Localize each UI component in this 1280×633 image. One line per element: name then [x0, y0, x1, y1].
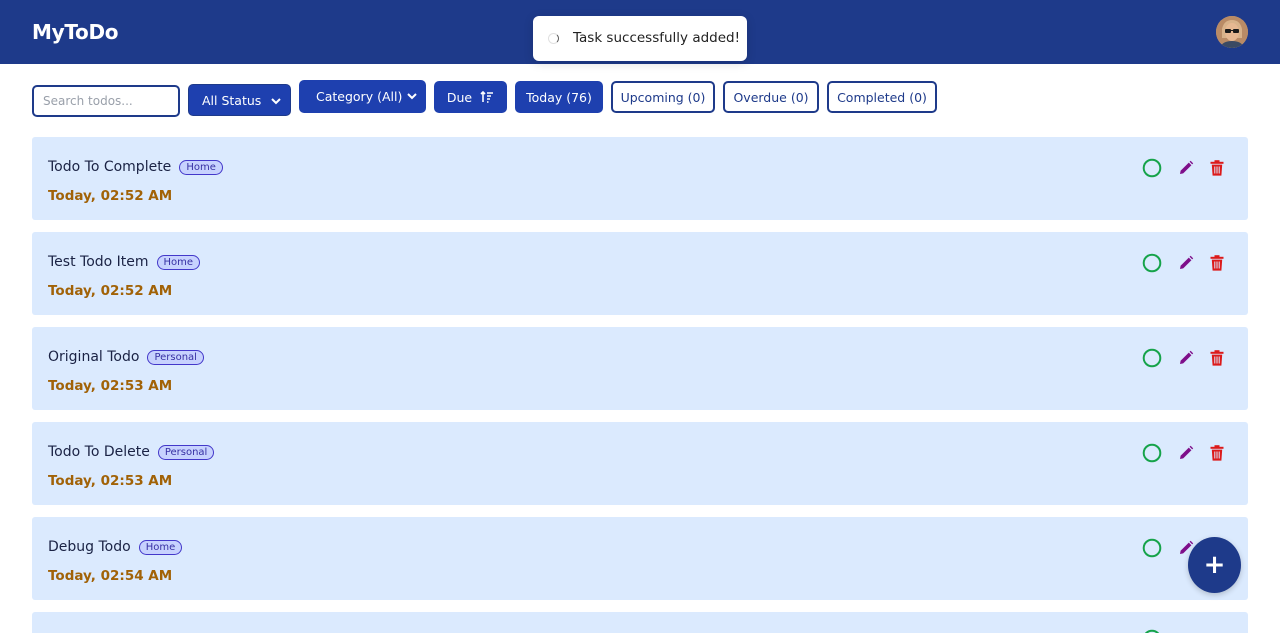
complete-button[interactable]: [1141, 537, 1163, 559]
user-avatar[interactable]: [1216, 16, 1248, 48]
circle-outline-icon: [1142, 158, 1162, 178]
sort-ascending-icon: [480, 90, 494, 103]
todo-title: Debug Todo: [48, 539, 131, 555]
circle-outline-icon: [1142, 538, 1162, 558]
category-select-value: Category (All): [316, 89, 403, 104]
complete-button[interactable]: [1141, 252, 1163, 274]
todo-title: Todo To Complete: [48, 159, 172, 175]
category-badge: Personal: [157, 444, 215, 460]
category-badge: Home: [156, 254, 201, 270]
delete-button[interactable]: [1206, 347, 1228, 369]
circle-outline-icon: [1144, 629, 1160, 633]
edit-button[interactable]: [1175, 157, 1197, 179]
complete-button[interactable]: [1141, 442, 1163, 464]
category-badge: Home: [179, 159, 223, 175]
trash-icon: [1210, 350, 1224, 366]
todo-item-partial: [32, 612, 1248, 633]
category-badge: Home: [138, 539, 183, 555]
delete-button[interactable]: [1206, 442, 1228, 464]
status-select[interactable]: All Status: [188, 84, 291, 116]
due-sort-label: Due: [446, 89, 473, 105]
pencil-icon: [1180, 350, 1194, 364]
todo-due-time: Today, 02:53 AM: [48, 473, 173, 489]
trash-icon: [1210, 160, 1224, 176]
delete-button[interactable]: [1206, 252, 1228, 274]
edit-button[interactable]: [1175, 442, 1197, 464]
todo-title-row: Todo To Delete Personal: [48, 444, 215, 460]
todo-title-row: Debug Todo Home: [48, 539, 183, 555]
tab-completed[interactable]: Completed (0): [827, 81, 937, 113]
todo-item: Test Todo Item Home Today, 02:52 AM: [32, 232, 1248, 315]
todo-due-time: Today, 02:52 AM: [48, 188, 173, 204]
todo-title-row: Test Todo Item Home: [48, 254, 201, 270]
circle-outline-icon: [1142, 348, 1162, 368]
todo-due-time: Today, 02:52 AM: [48, 283, 173, 299]
avatar-image: [1216, 16, 1248, 48]
category-select[interactable]: Category (All): [299, 80, 426, 113]
toast-message: Task successfully added!: [573, 30, 741, 46]
tab-upcoming[interactable]: Upcoming (0): [611, 81, 715, 113]
plus-icon: +: [1203, 550, 1226, 580]
todo-item: Original Todo Personal Today, 02:53 AM: [32, 327, 1248, 410]
search-input[interactable]: Search todos...: [32, 85, 180, 117]
delete-button[interactable]: [1206, 157, 1228, 179]
tab-today[interactable]: Today (76): [515, 81, 603, 113]
todo-due-time: Today, 02:53 AM: [48, 378, 173, 394]
edit-button[interactable]: [1175, 252, 1197, 274]
filter-toolbar: Search todos... All Status Category (All…: [32, 80, 1248, 118]
todo-item: Todo To Delete Personal Today, 02:53 AM: [32, 422, 1248, 505]
chevron-down-icon: [271, 98, 281, 105]
complete-button[interactable]: [1141, 628, 1163, 633]
circle-outline-icon: [1142, 253, 1162, 273]
todo-item: Todo To Complete Home Today, 02:52 AM: [32, 137, 1248, 220]
todo-title: Test Todo Item: [48, 254, 149, 270]
todo-due-time: Today, 02:54 AM: [48, 568, 173, 584]
pencil-icon: [1180, 160, 1194, 174]
pencil-icon: [1180, 255, 1194, 269]
tab-overdue[interactable]: Overdue (0): [723, 81, 819, 113]
todo-title-row: Original Todo Personal: [48, 349, 204, 365]
pencil-icon: [1180, 445, 1194, 459]
app-logo[interactable]: MyToDo: [32, 20, 119, 44]
todo-title: Original Todo: [48, 349, 140, 365]
todo-title-row: Todo To Complete Home: [48, 159, 223, 175]
success-toast: Task successfully added!: [533, 16, 747, 61]
due-sort-button[interactable]: Due: [434, 81, 507, 113]
complete-button[interactable]: [1141, 157, 1163, 179]
edit-button[interactable]: [1175, 347, 1197, 369]
category-badge: Personal: [147, 349, 204, 365]
loading-spinner-icon: [548, 33, 559, 44]
trash-icon: [1210, 255, 1224, 271]
complete-button[interactable]: [1141, 347, 1163, 369]
circle-outline-icon: [1142, 443, 1162, 463]
todo-title: Todo To Delete: [48, 444, 150, 460]
chevron-down-icon: [407, 93, 417, 100]
status-select-value: All Status: [202, 92, 262, 108]
todo-item: Debug Todo Home Today, 02:54 AM: [32, 517, 1248, 600]
add-todo-button[interactable]: +: [1188, 537, 1241, 593]
trash-icon: [1210, 445, 1224, 461]
